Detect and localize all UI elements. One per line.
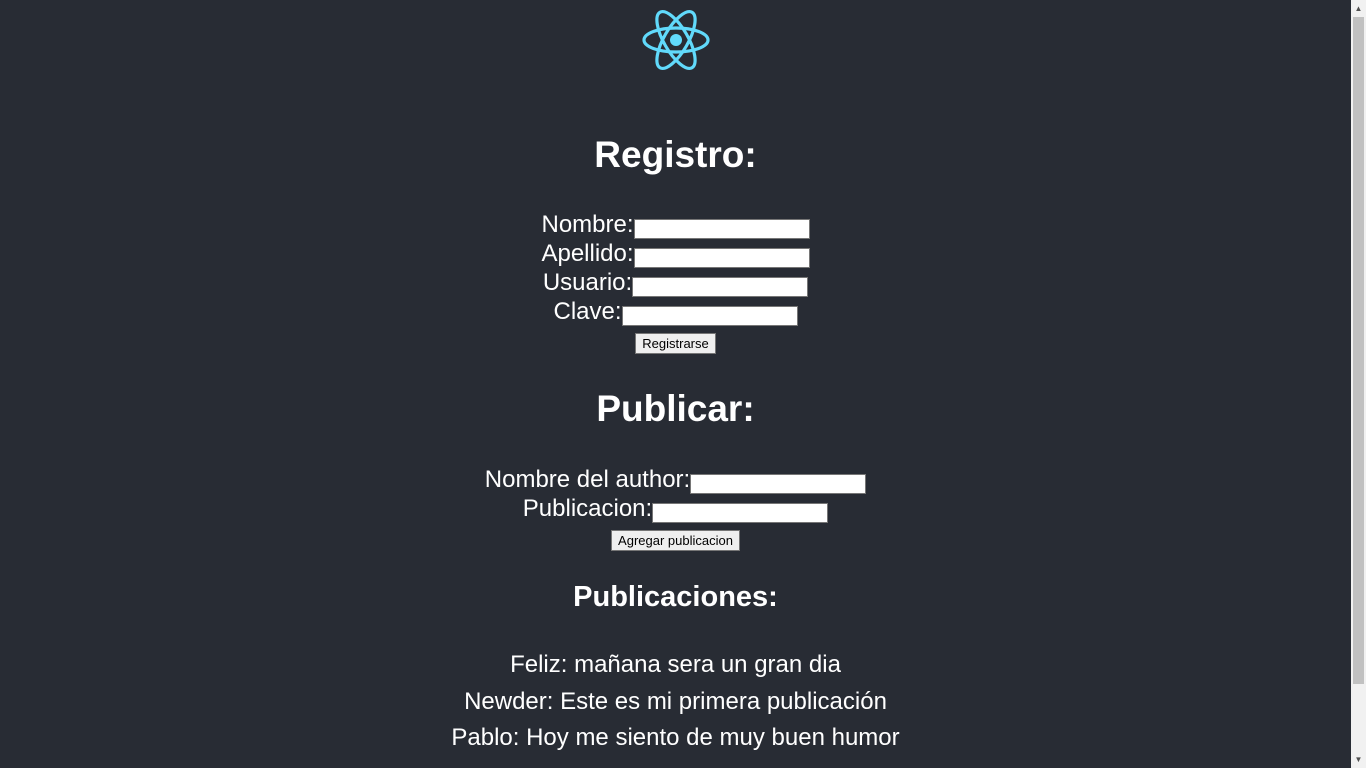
registrarse-row: Registrarse: [0, 333, 1351, 354]
post-text: mañana sera un gran dia: [574, 651, 841, 678]
publicar-title: Publicar:: [596, 388, 755, 429]
usuario-input[interactable]: [632, 276, 809, 297]
apellido-input[interactable]: [633, 247, 810, 268]
agregar-publicacion-button[interactable]: Agregar publicacion: [611, 530, 740, 551]
publicacion-label: Publicacion:: [522, 495, 653, 522]
list-item: Feliz: mañana sera un gran dia: [0, 650, 1351, 680]
arrow-up-icon[interactable]: ▲: [1351, 0, 1366, 17]
registrarse-button[interactable]: Registrarse: [635, 333, 716, 354]
scrollbar-thumb[interactable]: [1353, 17, 1364, 684]
author-input[interactable]: [690, 473, 867, 494]
author-label: Nombre del author:: [484, 466, 691, 493]
nombre-label: Nombre:: [541, 211, 634, 238]
list-item: Pablo: Hoy me siento de muy buen humor: [0, 723, 1351, 753]
app: Registro: Nombre: Apellido: Usuario: Cla…: [0, 0, 1351, 768]
publicacion-row: Publicacion:: [0, 494, 1351, 523]
nombre-input[interactable]: [633, 218, 810, 239]
agregar-row: Agregar publicacion: [0, 530, 1351, 551]
registro-title: Registro:: [594, 134, 757, 175]
clave-label: Clave:: [553, 298, 622, 325]
publicacion-input[interactable]: [652, 502, 829, 523]
nombre-row: Nombre:: [0, 210, 1351, 239]
usuario-row: Usuario:: [0, 268, 1351, 297]
publicaciones-title: Publicaciones:: [573, 581, 778, 613]
arrow-down-icon[interactable]: ▼: [1351, 751, 1366, 768]
list-item: Newder: Este es mi primera publicación: [0, 687, 1351, 717]
react-logo-icon: [642, 10, 710, 70]
vertical-scrollbar[interactable]: ▲ ▼: [1351, 0, 1366, 768]
author-row: Nombre del author:: [0, 465, 1351, 494]
post-author: Newder:: [464, 688, 554, 715]
clave-input[interactable]: [621, 305, 798, 326]
usuario-label: Usuario:: [542, 269, 633, 296]
post-author: Feliz:: [510, 651, 568, 678]
apellido-label: Apellido:: [541, 240, 634, 267]
clave-row: Clave:: [0, 297, 1351, 326]
apellido-row: Apellido:: [0, 239, 1351, 268]
post-text: Este es mi primera publicación: [560, 688, 887, 715]
post-text: Hoy me siento de muy buen humor: [526, 724, 900, 751]
post-author: Pablo:: [451, 724, 520, 751]
